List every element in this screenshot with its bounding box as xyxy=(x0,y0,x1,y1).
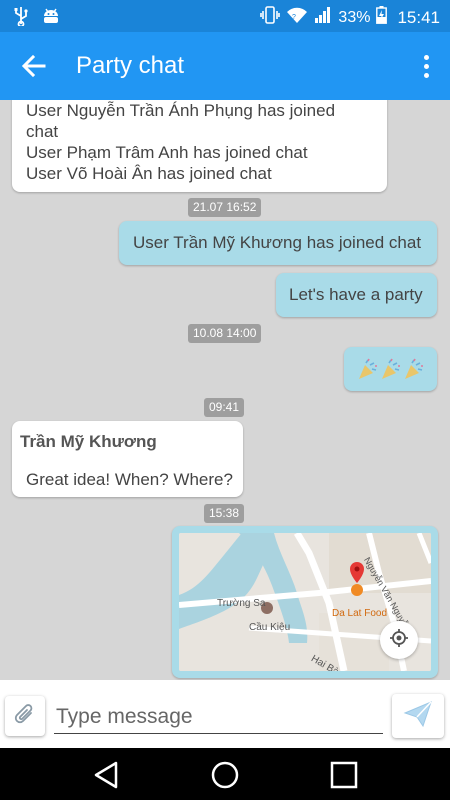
paperclip-icon xyxy=(13,701,37,732)
timestamp: 21.07 16:52 xyxy=(188,198,262,217)
battery-percent: 33% xyxy=(338,8,371,26)
app-bar: Party chat xyxy=(0,32,450,100)
timestamp: 10.08 14:00 xyxy=(188,324,262,343)
message-input[interactable] xyxy=(54,700,383,734)
my-location-button[interactable] xyxy=(380,621,418,659)
more-vert-icon xyxy=(423,54,429,78)
map-label: Cầu Kiệu xyxy=(249,622,291,633)
system-navigation-bar xyxy=(0,748,450,800)
signal-icon xyxy=(314,6,332,29)
status-bar: ? 33% 15:41 xyxy=(0,0,450,32)
send-icon xyxy=(403,700,433,733)
attach-button[interactable] xyxy=(5,696,45,736)
map-preview[interactable]: Trường Sa Cầu Kiệu Da Lat Food Nguyễn Vă… xyxy=(179,533,431,671)
wifi-icon: ? xyxy=(286,6,308,29)
overflow-menu-button[interactable] xyxy=(416,50,436,82)
battery-charging-icon xyxy=(376,6,388,29)
nav-home-button[interactable] xyxy=(210,760,240,790)
outgoing-location-message[interactable]: Trường Sa Cầu Kiệu Da Lat Food Nguyễn Vă… xyxy=(172,526,438,678)
message-sender: Trần Mỹ Khương xyxy=(20,432,157,451)
system-message-joined: User Nguyễn Trần Ánh Phụng has joined ch… xyxy=(12,100,387,192)
message-line: User Phạm Trâm Anh has joined chat xyxy=(26,143,308,162)
vibrate-icon xyxy=(260,6,281,29)
message-line: User Võ Hoài Ân has joined chat xyxy=(26,164,272,183)
nav-home-icon xyxy=(210,761,240,794)
page-title: Party chat xyxy=(76,52,185,79)
incoming-message[interactable]: Trần Mỹ Khương Great idea! When? Where? xyxy=(12,421,243,497)
android-debug-icon xyxy=(42,7,60,30)
party-popper-icon xyxy=(357,358,425,385)
map-label: Da Lat Food xyxy=(332,608,388,619)
message-line: chat xyxy=(26,122,59,141)
my-location-icon xyxy=(389,628,409,653)
nav-recents-icon xyxy=(329,761,359,794)
screen: ? 33% 15:41 Party chat User Nguyễn Trần … xyxy=(0,0,450,800)
outgoing-message[interactable] xyxy=(344,347,437,391)
arrow-back-icon xyxy=(18,54,50,86)
timestamp: 15:38 xyxy=(204,504,245,523)
status-time: 15:41 xyxy=(397,7,440,27)
message-text: User Trần Mỹ Khương has joined chat xyxy=(133,233,422,252)
map-label: Trường Sa xyxy=(217,598,266,609)
nav-back-icon xyxy=(92,761,122,794)
usb-icon xyxy=(14,6,28,31)
message-text: Great idea! When? Where? xyxy=(26,470,233,489)
nav-back-button[interactable] xyxy=(92,760,122,790)
message-line: User Nguyễn Trần Ánh Phụng has joined xyxy=(26,101,336,120)
outgoing-message[interactable]: User Trần Mỹ Khương has joined chat xyxy=(119,221,437,265)
outgoing-message[interactable]: Let's have a party xyxy=(276,273,437,317)
send-button[interactable] xyxy=(392,694,444,738)
chat-messages[interactable]: User Nguyễn Trần Ánh Phụng has joined ch… xyxy=(0,100,450,680)
message-text: Let's have a party xyxy=(289,285,423,304)
timestamp: 09:41 xyxy=(204,398,245,417)
nav-recents-button[interactable] xyxy=(329,760,359,790)
message-composer xyxy=(0,680,450,748)
svg-text:?: ? xyxy=(292,14,296,21)
back-button[interactable] xyxy=(18,50,50,82)
